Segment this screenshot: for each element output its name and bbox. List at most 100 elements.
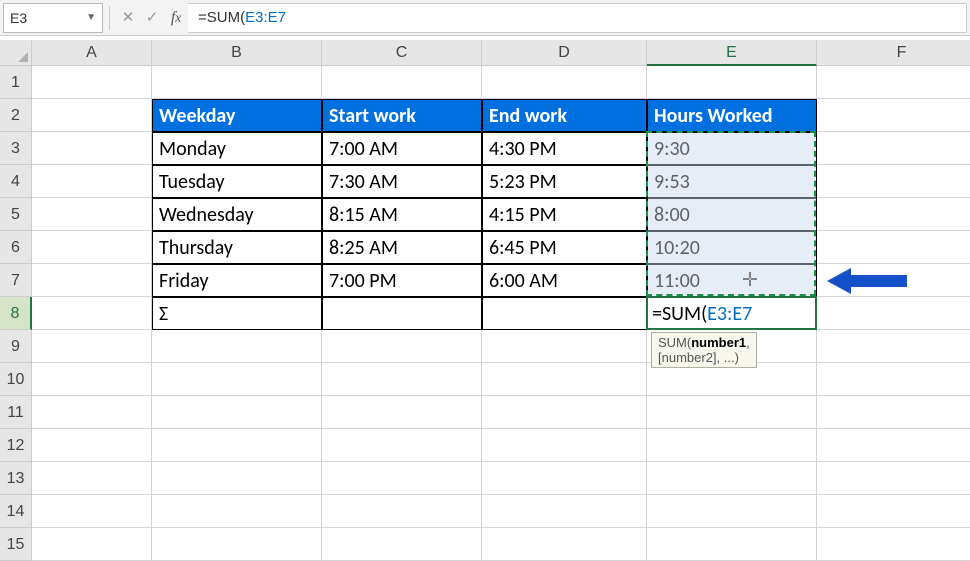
col-header-C[interactable]: C (322, 40, 482, 66)
cell[interactable] (322, 462, 482, 495)
row-header-7[interactable]: 7 (0, 264, 32, 297)
row-header-15[interactable]: 15 (0, 528, 32, 561)
row-header-8[interactable]: 8 (0, 297, 32, 330)
cell-end[interactable]: 6:45 PM (482, 231, 647, 264)
cell[interactable] (817, 198, 970, 231)
cell[interactable] (322, 429, 482, 462)
cell[interactable] (817, 363, 970, 396)
cell[interactable] (482, 462, 647, 495)
cell-end[interactable]: 5:23 PM (482, 165, 647, 198)
row-header-13[interactable]: 13 (0, 462, 32, 495)
row-header-9[interactable]: 9 (0, 330, 32, 363)
cell[interactable] (32, 363, 152, 396)
cell[interactable] (482, 528, 647, 561)
cell-weekday[interactable]: Thursday (152, 231, 322, 264)
cell[interactable] (32, 66, 152, 99)
row-header-12[interactable]: 12 (0, 429, 32, 462)
header-hours-worked[interactable]: Hours Worked (647, 99, 817, 132)
cell-end[interactable]: 6:00 AM (482, 264, 647, 297)
cell-weekday[interactable]: Tuesday (152, 165, 322, 198)
cell-empty[interactable] (322, 297, 482, 330)
cell-end[interactable]: 4:30 PM (482, 132, 647, 165)
cell[interactable] (32, 165, 152, 198)
cell-hours[interactable]: 8:00 (647, 198, 817, 231)
cell[interactable] (32, 462, 152, 495)
cell[interactable] (482, 396, 647, 429)
cell[interactable] (817, 429, 970, 462)
cell[interactable] (152, 66, 322, 99)
cell-hours[interactable]: 11:00 (647, 264, 817, 297)
cell[interactable] (647, 462, 817, 495)
cell[interactable] (817, 99, 970, 132)
cell[interactable] (817, 396, 970, 429)
cell[interactable] (322, 363, 482, 396)
cell[interactable] (817, 165, 970, 198)
cell[interactable] (32, 264, 152, 297)
row-header-10[interactable]: 10 (0, 363, 32, 396)
cell-start[interactable]: 7:00 PM (322, 264, 482, 297)
cell[interactable] (817, 264, 970, 297)
cell[interactable] (817, 462, 970, 495)
cell[interactable] (152, 363, 322, 396)
cell[interactable] (647, 495, 817, 528)
select-all-corner[interactable] (0, 40, 32, 66)
cell[interactable] (32, 330, 152, 363)
cell[interactable] (32, 528, 152, 561)
row-header-5[interactable]: 5 (0, 198, 32, 231)
cell[interactable] (322, 66, 482, 99)
header-start-work[interactable]: Start work (322, 99, 482, 132)
cell[interactable] (817, 495, 970, 528)
col-header-A[interactable]: A (32, 40, 152, 66)
cell[interactable] (322, 330, 482, 363)
cell[interactable] (32, 396, 152, 429)
cell[interactable] (817, 66, 970, 99)
cell-weekday[interactable]: Monday (152, 132, 322, 165)
cell[interactable] (817, 132, 970, 165)
cell[interactable] (647, 66, 817, 99)
cell[interactable] (817, 330, 970, 363)
header-weekday[interactable]: Weekday (152, 99, 322, 132)
cell[interactable] (32, 132, 152, 165)
cell-start[interactable]: 7:00 AM (322, 132, 482, 165)
cell-start[interactable]: 7:30 AM (322, 165, 482, 198)
cell-sigma[interactable]: Σ (152, 297, 322, 330)
name-box-dropdown-icon[interactable]: ▼ (86, 12, 96, 23)
cell[interactable] (482, 330, 647, 363)
header-end-work[interactable]: End work (482, 99, 647, 132)
cell[interactable] (152, 528, 322, 561)
cell-weekday[interactable]: Friday (152, 264, 322, 297)
row-header-3[interactable]: 3 (0, 132, 32, 165)
cell[interactable] (322, 528, 482, 561)
cell[interactable] (32, 231, 152, 264)
col-header-F[interactable]: F (817, 40, 970, 66)
cell-weekday[interactable]: Wednesday (152, 198, 322, 231)
cell[interactable] (482, 363, 647, 396)
cell[interactable] (647, 396, 817, 429)
row-header-2[interactable]: 2 (0, 99, 32, 132)
col-header-E[interactable]: E (647, 40, 817, 66)
cell-start[interactable]: 8:25 AM (322, 231, 482, 264)
cell[interactable] (152, 462, 322, 495)
cell[interactable] (152, 495, 322, 528)
cell[interactable] (32, 297, 152, 330)
cell[interactable] (817, 231, 970, 264)
cell[interactable] (647, 528, 817, 561)
cell[interactable] (32, 198, 152, 231)
row-header-6[interactable]: 6 (0, 231, 32, 264)
cell[interactable] (817, 528, 970, 561)
name-box[interactable]: E3 ▼ (3, 3, 103, 33)
cell[interactable] (322, 495, 482, 528)
fx-icon[interactable]: fx (164, 6, 188, 30)
row-header-4[interactable]: 4 (0, 165, 32, 198)
cell[interactable] (152, 330, 322, 363)
formula-input[interactable]: =SUM(E3:E7 (188, 3, 967, 33)
cell-hours[interactable]: 9:53 (647, 165, 817, 198)
cell[interactable] (322, 396, 482, 429)
cell[interactable] (482, 66, 647, 99)
cell[interactable] (482, 429, 647, 462)
cell-sum-target[interactable] (647, 297, 817, 330)
col-header-B[interactable]: B (152, 40, 322, 66)
row-header-14[interactable]: 14 (0, 495, 32, 528)
cell-empty[interactable] (482, 297, 647, 330)
cell[interactable] (32, 429, 152, 462)
